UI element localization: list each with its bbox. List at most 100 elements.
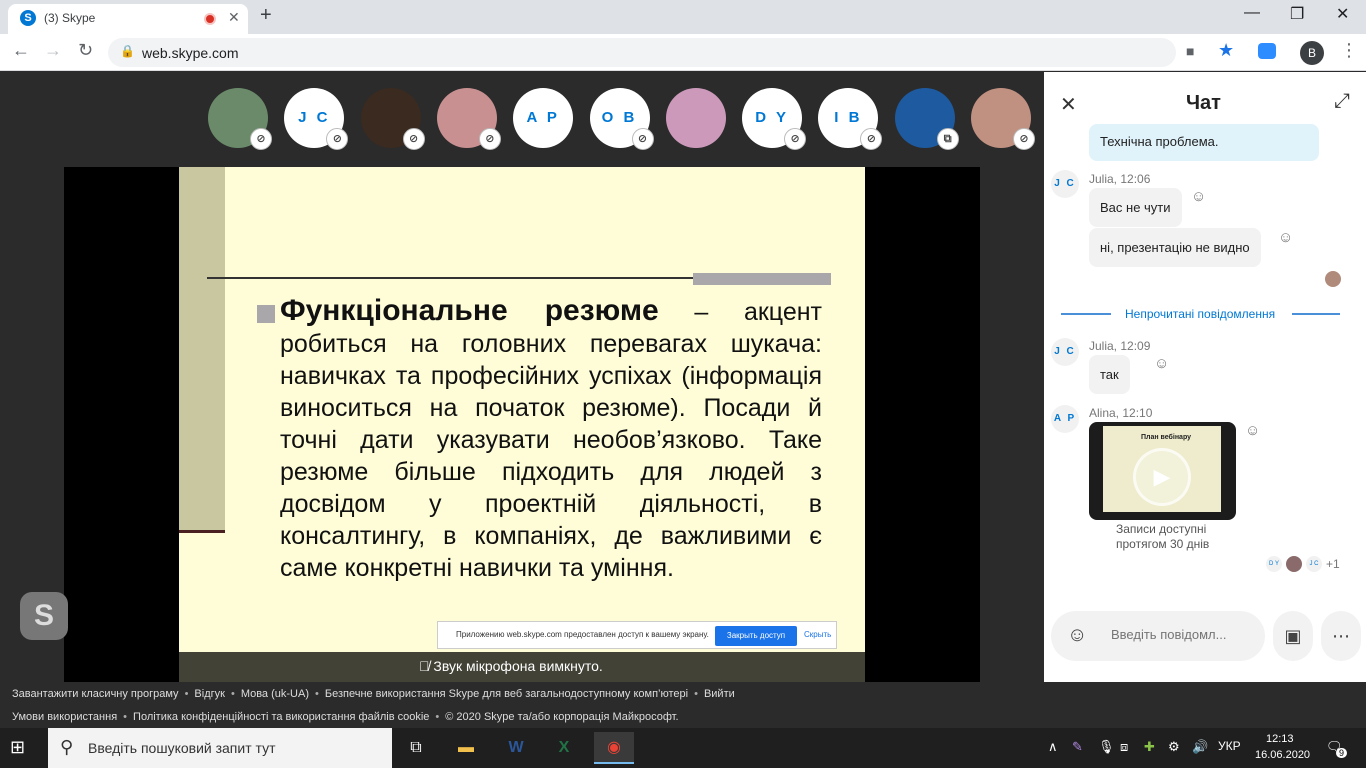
mic-muted-icon: ⊘ [250,128,272,150]
word-icon[interactable]: W [496,732,536,764]
slide-text: Функціональне резюме – акцент робиться н… [280,295,822,584]
minimize-icon[interactable]: — [1244,4,1260,22]
tray-app-icon[interactable]: ✚ [1144,739,1155,755]
footer-link[interactable]: Вийти [704,688,735,700]
chat-message[interactable]: ні, презентацію не видно [1089,228,1261,267]
footer-link[interactable]: Завантажити класичну програму [12,688,179,700]
participant-avatar[interactable]: ⊘ [360,88,425,150]
mic-muted-icon: ⊘ [860,128,883,150]
slide-divider-accent [693,273,831,285]
reaction-icon[interactable]: ☺ [1278,229,1293,246]
mic-muted-icon: 🎙̸ [419,658,434,674]
call-stage: ⊘ J C ⊘ ⊘ ⊘ A P O B ⊘ D Y ⊘ I B ⊘ ⧉ ⊘ Функціональне р… [0,72,1044,682]
message-input[interactable] [1111,627,1251,642]
taskbar-search[interactable]: ⚲ Введіть пошуковий запит тут [48,728,392,768]
footer-link[interactable]: Мова (uk-UA) [241,688,309,700]
footer-link[interactable]: Політика конфіденційності та використанн… [133,711,429,723]
seen-avatar [1286,556,1302,572]
lock-icon: 🔒 [120,44,135,58]
tray-expand-icon[interactable]: ∧ [1048,739,1058,755]
more-options-icon[interactable]: ⋯ [1321,611,1361,661]
participant-avatar[interactable]: J C ⊘ [284,88,349,150]
hide-notice-link[interactable]: Скрыть [804,630,831,639]
participant-initials: D Y [755,109,789,126]
message-text: ні, презентацію не видно [1100,240,1250,255]
emoji-icon[interactable]: ☺ [1067,624,1087,647]
participant-avatar[interactable]: ⊘ [436,88,501,150]
language-indicator[interactable]: УКР [1218,739,1241,753]
chat-message[interactable]: так [1089,355,1130,394]
footer-separator: • [230,688,235,700]
microphone-icon[interactable]: 🎙 [1098,739,1115,755]
screen-share-tray-icon[interactable]: ⧈ [1120,739,1128,755]
tab-close-icon[interactable]: ✕ [228,9,240,26]
search-placeholder: Введіть пошуковий запит тут [88,740,276,756]
footer-separator: • [694,688,698,700]
participant-avatar[interactable] [665,88,726,148]
bookmark-star-icon[interactable]: ★ [1218,40,1234,61]
avatar[interactable]: J C [1051,338,1079,366]
avatar[interactable]: A P [1051,405,1079,433]
participant-avatar[interactable]: ⊘ [208,88,272,150]
task-view-icon[interactable]: ⧉ [396,732,436,764]
stop-sharing-button[interactable]: Закрыть доступ [715,626,797,646]
new-tab-icon[interactable]: + [260,4,272,27]
participant-avatar[interactable]: O B ⊘ [589,88,654,150]
participant-avatar[interactable]: ⧉ [894,88,959,150]
reaction-icon[interactable]: ☺ [1191,188,1206,205]
media-gallery-icon[interactable]: ▣ [1273,611,1313,661]
browser-menu-icon[interactable]: ⋮ [1340,40,1358,61]
forward-icon[interactable]: → [44,40,62,61]
seen-avatar: J C [1306,556,1322,572]
chat-message[interactable]: Вас не чути [1089,188,1182,227]
footer-link[interactable]: Відгук [194,688,225,700]
excel-icon[interactable]: X [544,732,584,764]
pen-icon[interactable]: ✎ [1072,739,1083,755]
expand-icon[interactable]: ⤢ [1334,90,1350,113]
recording-icon [204,13,216,25]
mic-muted-icon: ⊘ [326,128,349,150]
footer-separator: • [184,688,189,700]
chat-panel: ✕ Чат ⤢ Технічна проблема. J C Julia, 12… [1044,72,1366,682]
footer-separator: • [315,688,319,700]
address-bar[interactable]: 🔒 web.skype.com [108,38,1176,67]
participant-avatar[interactable]: A P [513,88,574,148]
browser-tab-bar: S (3) Skype ✕ + — ❐ ✕ [0,0,1366,34]
video-recording-thumbnail[interactable]: План вебінару ▶ [1089,422,1236,520]
chat-message[interactable]: Технічна проблема. [1089,124,1319,161]
tab-title: (3) Skype [44,11,96,25]
participant-avatar[interactable]: ⊘ [971,88,1035,150]
play-icon[interactable]: ▶ [1133,448,1191,506]
unread-divider [1061,313,1111,315]
file-explorer-icon[interactable]: ▬ [446,732,486,764]
volume-icon[interactable]: 🔊 [1192,739,1208,755]
avatar[interactable]: J C [1051,170,1079,198]
chrome-icon[interactable]: ◉ [594,732,634,764]
back-icon[interactable]: ← [12,40,30,61]
footer-row-secondary: Умови використання • Політика конфіденційн… [12,711,679,723]
reaction-icon[interactable]: ☺ [1154,355,1169,372]
footer-link[interactable]: Умови використання [12,711,117,723]
browser-tab[interactable]: S (3) Skype ✕ [8,4,248,34]
video-slide-title: План вебінару [1141,434,1192,441]
zoom-extension-icon[interactable] [1258,43,1276,59]
footer-link[interactable]: Безпечне використання Skype для веб зага… [325,688,688,700]
share-notice-text: Приложению web.skype.com предоставлен до… [456,630,709,639]
message-text: Технічна проблема. [1100,134,1219,149]
mic-muted-icon: ⊘ [402,128,425,150]
footer-link[interactable]: © 2020 Skype та/або корпорація Майкрософ… [445,711,678,723]
camera-icon[interactable]: ■ [1186,43,1194,59]
profile-avatar[interactable]: B [1300,41,1324,65]
clock-time[interactable]: 12:13 [1266,733,1294,745]
maximize-icon[interactable]: ❐ [1290,4,1304,24]
window-close-icon[interactable]: ✕ [1336,4,1349,24]
participant-avatar[interactable]: D Y ⊘ [742,88,807,150]
reload-icon[interactable]: ↻ [78,40,93,61]
settings-tray-icon[interactable]: ⚙ [1168,739,1180,755]
windows-start-icon[interactable]: ⊞ [10,737,25,758]
reaction-icon[interactable]: ☺ [1245,422,1260,439]
clock-date[interactable]: 16.06.2020 [1255,749,1310,761]
unread-divider [1292,313,1340,315]
close-chat-icon[interactable]: ✕ [1060,92,1077,117]
participant-avatar[interactable]: I B ⊘ [818,88,883,150]
